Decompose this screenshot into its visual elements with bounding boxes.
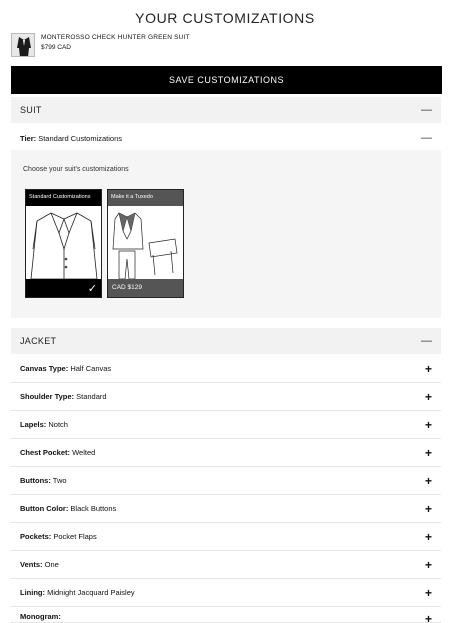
option-shoulder-type[interactable]: Shoulder Type: Standard +: [11, 383, 441, 411]
option-key: Buttons:: [20, 476, 51, 485]
option-text: Lining: Midnight Jacquard Paisley: [20, 588, 135, 597]
choose-prompt: Choose your suit's customizations: [23, 166, 129, 173]
option-value: Black Buttons: [70, 504, 117, 513]
option-key: Shoulder Type:: [20, 392, 75, 401]
plus-icon[interactable]: +: [425, 586, 432, 600]
minus-icon[interactable]: —: [421, 104, 432, 116]
option-text: Shoulder Type: Standard: [20, 392, 107, 401]
checkmark-icon: ✓: [87, 283, 97, 295]
option-key: Vents:: [20, 560, 43, 569]
option-key: Pockets:: [20, 532, 52, 541]
tier-key: Tier:: [20, 133, 37, 143]
product-name: MONTEROSSO CHECK HUNTER GREEN SUIT: [41, 34, 190, 41]
jacket-illustration: [30, 212, 98, 279]
option-button-color[interactable]: Button Color: Black Buttons +: [11, 495, 441, 523]
card-title: Make it a Tuxedo: [108, 190, 183, 206]
option-key: Lapels:: [20, 420, 47, 429]
option-text: Button Color: Black Buttons: [20, 504, 116, 513]
option-key: Canvas Type:: [20, 364, 69, 373]
card-price: CAD $129: [112, 284, 142, 291]
tier-row[interactable]: Tier: Standard Customizations —: [11, 127, 441, 149]
option-key: Monogram:: [20, 612, 61, 621]
option-text: Lapels: Notch: [20, 420, 68, 429]
option-chest-pocket[interactable]: Chest Pocket: Welted +: [11, 439, 441, 467]
product-price: $799 CAD: [41, 44, 71, 51]
option-lapels[interactable]: Lapels: Notch +: [11, 411, 441, 439]
card-footer: ✓: [26, 279, 101, 297]
option-key: Button Color:: [20, 504, 69, 513]
option-lining[interactable]: Lining: Midnight Jacquard Paisley +: [11, 579, 441, 607]
option-text: Pockets: Pocket Flaps: [20, 532, 97, 541]
card-title: Standard Customizations: [26, 190, 101, 206]
tuxedo-illustration: [112, 212, 178, 279]
tier-options-panel: Choose your suit's customizations Standa…: [11, 150, 441, 318]
option-text: Buttons: Two: [20, 476, 67, 485]
plus-icon[interactable]: +: [425, 390, 432, 404]
plus-icon[interactable]: +: [425, 558, 432, 572]
save-customizations-button[interactable]: SAVE CUSTOMIZATIONS: [11, 66, 442, 94]
suit-section-label: SUIT: [20, 105, 42, 115]
minus-icon[interactable]: —: [421, 335, 432, 347]
option-canvas-type[interactable]: Canvas Type: Half Canvas +: [11, 355, 441, 383]
plus-icon[interactable]: +: [425, 612, 432, 623]
plus-icon[interactable]: +: [425, 418, 432, 432]
card-footer: CAD $129: [108, 279, 183, 297]
option-text: Vents: One: [20, 560, 59, 569]
jacket-section-label: JACKET: [20, 336, 57, 346]
option-pockets[interactable]: Pockets: Pocket Flaps +: [11, 523, 441, 551]
plus-icon[interactable]: +: [425, 362, 432, 376]
option-value: Notch: [48, 420, 68, 429]
option-value: Standard: [76, 392, 107, 401]
option-key: Lining:: [20, 588, 45, 597]
tier-text: Tier: Standard Customizations: [20, 134, 122, 143]
option-value: Welted: [72, 448, 96, 457]
tier-value: Standard Customizations: [38, 133, 123, 143]
jacket-section-header[interactable]: JACKET —: [11, 328, 441, 354]
card-make-it-a-tuxedo[interactable]: Make it a Tuxedo CAD $129: [107, 189, 184, 298]
page-title: YOUR CUSTOMIZATIONS: [135, 10, 315, 26]
product-thumbnail: [11, 33, 35, 57]
option-value: Pocket Flaps: [53, 532, 97, 541]
option-key: Chest Pocket:: [20, 448, 71, 457]
option-value: Two: [52, 476, 67, 485]
option-value: One: [44, 560, 59, 569]
minus-icon[interactable]: —: [421, 132, 432, 144]
plus-icon[interactable]: +: [425, 530, 432, 544]
option-vents[interactable]: Vents: One +: [11, 551, 441, 579]
option-text: Monogram:: [20, 612, 61, 621]
plus-icon[interactable]: +: [425, 502, 432, 516]
product-summary: MONTEROSSO CHECK HUNTER GREEN SUIT $799 …: [11, 33, 190, 57]
option-monogram[interactable]: Monogram: +: [11, 607, 441, 623]
plus-icon[interactable]: +: [425, 474, 432, 488]
option-buttons[interactable]: Buttons: Two +: [11, 467, 441, 495]
plus-icon[interactable]: +: [425, 446, 432, 460]
option-value: Half Canvas: [70, 364, 112, 373]
option-text: Canvas Type: Half Canvas: [20, 364, 111, 373]
option-value: Midnight Jacquard Paisley: [47, 588, 135, 597]
suit-section-header[interactable]: SUIT —: [11, 97, 441, 123]
option-text: Chest Pocket: Welted: [20, 448, 95, 457]
card-standard-customizations[interactable]: Standard Customizations ✓: [25, 189, 102, 298]
